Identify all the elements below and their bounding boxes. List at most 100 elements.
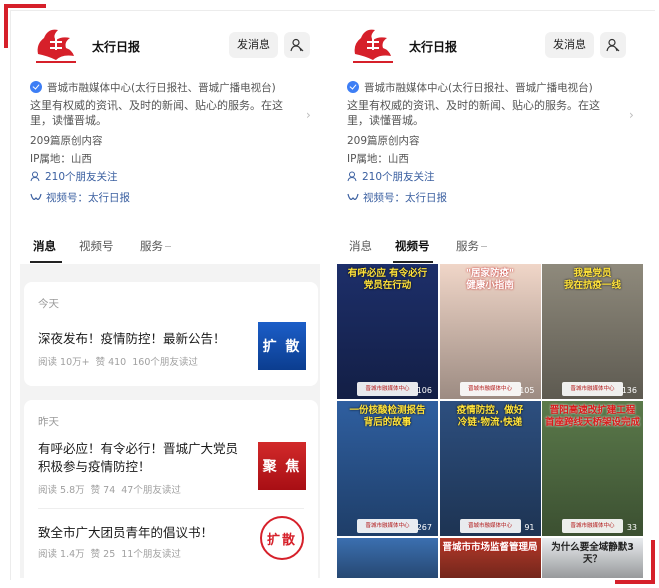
verified-org-text: 晋城市融媒体中心(太行日报社、晋城广播电视台) [47,82,276,94]
original-count: 209篇原创内容 [347,135,420,147]
tab-video-channel[interactable]: 视频号 [395,238,430,254]
article-friends-read: 11个朋友读过 [121,549,181,560]
send-message-button[interactable]: 发消息 [229,32,278,58]
seal-stamp: 扩散 [260,516,304,560]
services-menu-icon [481,246,487,247]
yesterday-card: 昨天 有呼必应！有令必行！晋城广大党员积极参与疫情防控！ 阅读 5.8万赞 74… [24,400,318,578]
video-thumbnail[interactable]: 晋城市市场监督管理局 [439,538,541,578]
video-caption: 一份核酸检测报告 背后的故事 [349,405,426,428]
corner-accent-bottom-right-vertical [651,540,655,584]
taihang-daily-logo [36,29,76,63]
article-thumbnail[interactable]: 扩 散 [258,322,306,370]
user-icon [290,38,304,52]
video-like-count: 105 [519,386,535,395]
video-caption: 我是党员 我在抗疫一线 [563,268,621,291]
article-thumbnail[interactable]: 聚 焦 [258,442,306,490]
account-description: 这里有权威的资讯、及时的新闻、贴心的服务。在这里，读懂晋城。 [30,99,283,127]
video-thumbnail[interactable]: 为什么要全域静默3天？ [542,538,643,578]
video-thumbnail[interactable]: 有呼必应 有令必行 党员在行动 晋城市融媒体中心 106 [337,264,438,399]
account-profile-messages-panel: 太行日报 发消息 晋城市融媒体中心(太行日报社、晋城广播电视台) 这里有权威的资… [20,12,320,578]
video-grid: 有呼必应 有令必行 党员在行动 晋城市融媒体中心 106 "居家防疫" 健康小指南 晋城… [337,264,643,578]
active-tab-indicator [393,261,433,263]
video-thumbnail[interactable]: "居家防疫" 健康小指南晋城市融媒体中心 105 [439,264,541,399]
active-tab-indicator [30,261,62,263]
corner-accent-top-left-vertical [4,4,8,48]
chevron-right-icon[interactable]: › [629,108,634,122]
profile-button[interactable] [600,32,626,58]
video-thumbnail[interactable]: 疫情防控，做好 冷链·物流·快递晋城市融媒体中心 91 [439,401,541,536]
chevron-right-icon[interactable]: › [306,108,311,122]
video-caption: 疫情防控，做好 冷链·物流·快递 [456,405,524,428]
video-caption: "居家防疫" 健康小指南 [466,268,514,291]
services-menu-icon [165,246,171,247]
user-icon [30,171,40,182]
channel-text: 视频号：太行日报 [46,192,130,204]
profile-tabs: 消息 视频号 服务 [20,234,320,263]
tab-messages[interactable]: 消息 [33,238,56,254]
tab-video-channel[interactable]: 视频号 [79,238,114,254]
corner-accent-bottom-right [615,580,655,584]
friends-following-text: 210个朋友关注 [362,171,435,183]
profile-button[interactable] [284,32,310,58]
message-feed: 今天 深夜发布！疫情防控！最新公告！ 阅读 10万+ 赞 410 160个朋友读过 … [20,264,320,578]
video-caption: 晋城市市场监督管理局 [442,542,538,553]
tab-services[interactable]: 服务 [140,238,171,254]
taihang-daily-logo [353,29,393,63]
article-friends-read: 47个朋友读过 [121,485,181,496]
tab-services[interactable]: 服务 [456,238,487,254]
video-like-count: 91 [524,523,535,532]
date-label: 昨天 [38,416,59,428]
video-source-badge: 晋城市融媒体中心 [459,382,521,396]
video-source-badge: 晋城市融媒体中心 [459,519,521,533]
video-thumbnail[interactable]: 一份核酸检测报告 背后的故事 晋城市融媒体中心 267 [337,401,438,536]
video-source-badge: 晋城市融媒体中心 [562,519,623,533]
account-name: 太行日报 [409,40,458,54]
verified-org-text: 晋城市融媒体中心(太行日报社、晋城广播电视台) [364,82,593,94]
channel-link[interactable]: 视频号：太行日报 [30,190,130,205]
tab-services-label: 服务 [456,239,479,253]
video-source-badge: 晋城市融媒体中心 [357,519,418,533]
verified-icon [347,81,359,93]
video-source-badge: 晋城市融媒体中心 [562,382,623,396]
article-title[interactable]: 致全市广大团员青年的倡议书！ [38,524,248,542]
friends-following-text: 210个朋友关注 [45,171,118,183]
original-count: 209篇原创内容 [30,135,103,147]
article-thumbnail[interactable]: 扩散 [258,514,306,562]
article-title[interactable]: 深夜发布！疫情防控！最新公告！ [38,330,248,348]
profile-header: 太行日报 发消息 [20,12,320,80]
video-source-badge: 晋城市融媒体中心 [357,382,418,396]
video-like-count: 33 [626,523,637,532]
article-meta: 阅读 10万+ 赞 410 160个朋友读过 [38,354,204,368]
tab-messages[interactable]: 消息 [349,238,372,254]
account-profile-video-panel: 太行日报 发消息 晋城市融媒体中心(太行日报社、晋城广播电视台) 这里有权威的资… [337,12,643,578]
video-thumbnail[interactable]: 晋阳高速改扩建工程 首座跨线天桥架设完成 晋城市融媒体中心 33 [542,401,643,536]
account-name: 太行日报 [92,40,141,54]
video-channel-icon [347,193,359,200]
video-caption: 为什么要全域静默3天？ [551,542,634,565]
ip-location: IP属地：山西 [347,153,409,165]
video-thumbnail[interactable]: 我是党员 我在抗疫一线晋城市融媒体中心 136 [542,264,643,399]
video-caption: 有呼必应 有令必行 党员在行动 [347,268,428,291]
verified-icon [30,81,42,93]
article-likes: 赞 410 [95,357,127,368]
channel-link[interactable]: 视频号：太行日报 [347,190,447,205]
article-reads: 阅读 1.4万 [38,549,85,560]
frame-line-left [10,10,11,580]
verified-org: 晋城市融媒体中心(太行日报社、晋城广播电视台) [30,80,276,95]
friends-following-link[interactable]: 210个朋友关注 [347,169,435,184]
article-meta: 阅读 5.8万赞 74 47个朋友读过 [38,482,187,496]
article-meta: 阅读 1.4万赞 25 11个朋友读过 [38,546,187,560]
user-icon [606,38,620,52]
verified-org: 晋城市融媒体中心(太行日报社、晋城广播电视台) [347,80,593,95]
video-like-count: 136 [621,386,637,395]
article-reads: 阅读 10万+ [38,357,90,368]
corner-accent-top-left [4,4,46,8]
article-title[interactable]: 有呼必应！有令必行！晋城广大党员积极参与疫情防控！ [38,440,248,476]
friends-following-link[interactable]: 210个朋友关注 [30,169,118,184]
article-friends-read: 160个朋友读过 [132,357,198,368]
divider [38,508,304,509]
channel-text: 视频号：太行日报 [363,192,447,204]
user-icon [347,171,357,182]
video-thumbnail[interactable] [337,538,438,578]
send-message-button[interactable]: 发消息 [545,32,594,58]
